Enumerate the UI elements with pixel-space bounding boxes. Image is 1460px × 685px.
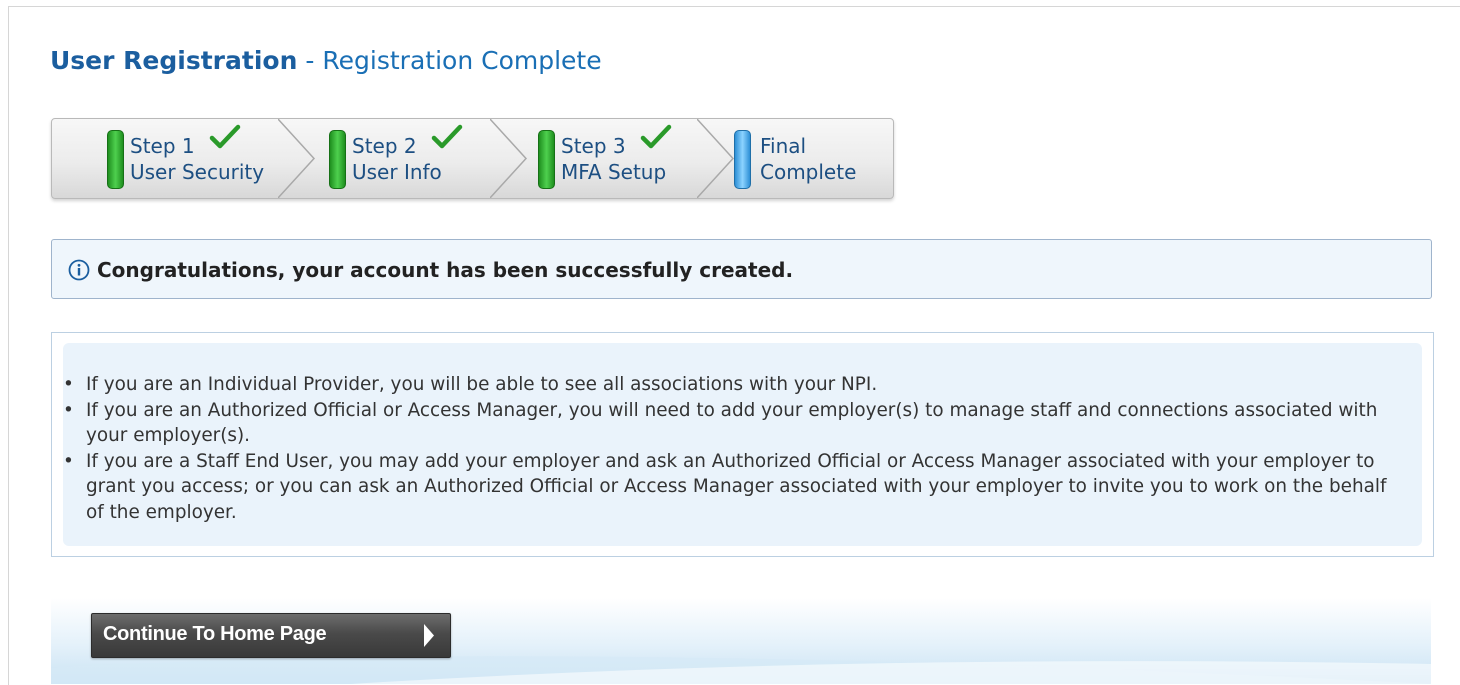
step-final: Final Complete — [732, 119, 893, 198]
list-item-text: If you are an Individual Provider, you w… — [86, 374, 878, 395]
step-divider-chevron — [490, 119, 528, 198]
checkmark-icon — [640, 124, 672, 149]
step-2-complete-indicator — [329, 130, 346, 189]
step-1-name: User Security — [130, 160, 265, 184]
continue-to-home-button[interactable]: Continue To Home Page — [91, 613, 451, 658]
step-final-name: Complete — [760, 160, 857, 184]
info-panel: • If you are an Individual Provider, you … — [51, 332, 1434, 557]
action-footer: Continue To Home Page — [51, 598, 1431, 684]
step-divider-chevron — [278, 119, 316, 198]
step-2-name: User Info — [352, 160, 442, 184]
page-title-sub: Registration Complete — [322, 46, 602, 75]
info-list: • If you are an Individual Provider, you … — [63, 372, 1403, 525]
page-title-separator: - — [305, 46, 315, 75]
list-item-text: If you are a Staff End User, you may add… — [86, 450, 1387, 523]
bullet: • — [63, 399, 74, 421]
chevron-right-icon — [424, 624, 434, 647]
list-item: • If you are a Staff End User, you may ad… — [63, 449, 1403, 526]
list-item-text: If you are an Authorized Official or Acc… — [86, 399, 1378, 447]
step-3-label: Step 3 — [561, 134, 626, 158]
step-1-label: Step 1 — [130, 134, 195, 158]
step-final-current-indicator — [734, 130, 751, 189]
info-panel-body: • If you are an Individual Provider, you … — [63, 343, 1422, 546]
step-2-label: Step 2 — [352, 134, 417, 158]
continue-button-label: Continue To Home Page — [103, 623, 327, 645]
registration-stepper: Step 1 User Security Step 2 User Info St… — [51, 118, 894, 199]
list-item: • If you are an Individual Provider, you … — [63, 372, 1403, 398]
step-1-complete-indicator — [107, 130, 124, 189]
info-icon — [68, 259, 90, 281]
success-alert: Congratulations, your account has been s… — [51, 239, 1432, 299]
bullet: • — [63, 450, 74, 472]
step-3-complete-indicator — [538, 130, 555, 189]
step-divider-chevron — [697, 119, 735, 198]
success-message: Congratulations, your account has been s… — [97, 258, 794, 282]
checkmark-icon — [209, 124, 241, 149]
page-title-main: User Registration — [50, 46, 298, 75]
bullet: • — [63, 374, 74, 395]
list-item: • If you are an Authorized Official or Ac… — [63, 398, 1403, 449]
step-final-label: Final — [760, 134, 807, 158]
page-title: User Registration - Registration Complete — [50, 46, 602, 75]
step-3-name: MFA Setup — [561, 160, 667, 184]
checkmark-icon — [431, 124, 463, 149]
